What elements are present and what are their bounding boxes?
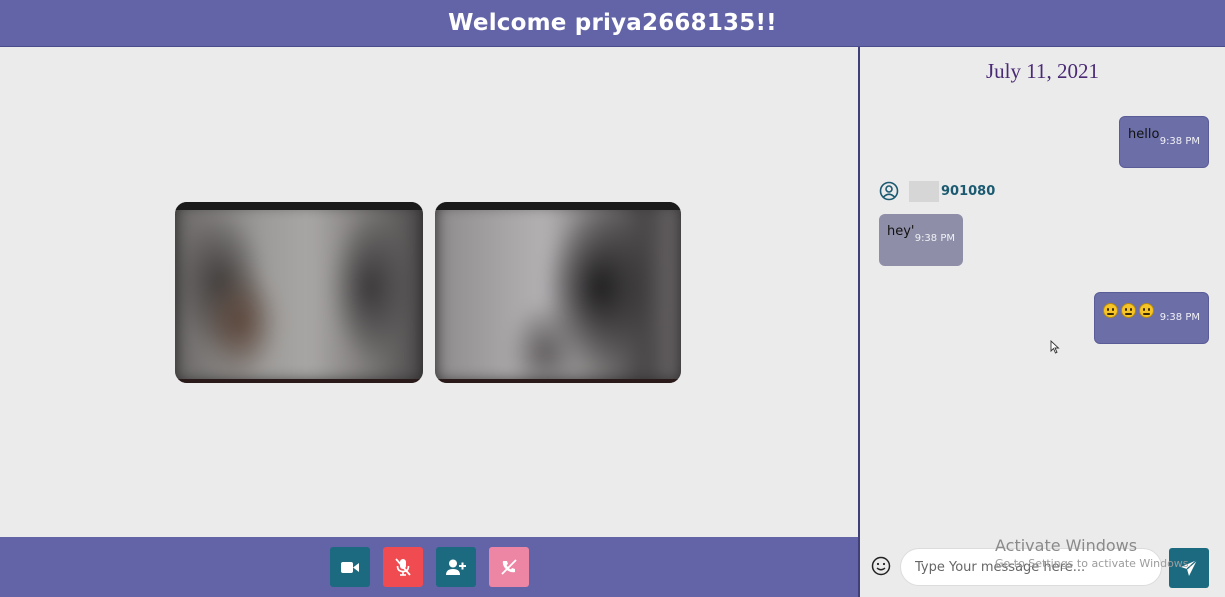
send-button[interactable] [1169,548,1209,588]
hang-up-button[interactable] [488,547,529,587]
message-time: 9:38 PM [1159,312,1200,323]
send-icon [1181,559,1198,576]
emoji-group [1103,303,1154,318]
message-text: hey' [887,224,915,239]
message-time: 9:38 PM [914,233,955,244]
emoji-picker-icon[interactable] [871,556,891,576]
video-camera-icon [340,561,359,573]
message-input[interactable] [900,548,1162,586]
redaction-mask [909,180,939,202]
message-sender: 901080 [879,180,995,202]
chat-panel: July 11, 2021 hello 9:38 PM 901080 hey' … [860,47,1225,597]
user-circle-icon [879,181,899,201]
grimace-emoji-icon [1139,303,1154,318]
video-area [0,47,858,537]
remote-video-tile [435,202,681,383]
call-controls [0,537,858,597]
add-user-icon [445,559,466,575]
message-bubble-sent: 9:38 PM [1094,292,1209,344]
grimace-emoji-icon [1121,303,1136,318]
message-time: 9:38 PM [1159,136,1200,147]
mouse-cursor-icon [1050,340,1060,354]
phone-off-icon [500,559,517,575]
app-header: Welcome priya2668135!! [0,0,1225,47]
message-bubble-sent: hello 9:38 PM [1119,116,1209,168]
grimace-emoji-icon [1103,303,1118,318]
local-video-tile [175,202,423,383]
add-user-button[interactable] [435,547,476,587]
message-composer [860,544,1225,597]
mic-off-icon [394,558,411,576]
mic-toggle-button[interactable] [382,547,423,587]
chat-date: July 11, 2021 [986,59,1099,83]
sender-name: 901080 [907,180,995,202]
message-bubble-received: hey' 9:38 PM [879,214,963,266]
message-text: hello [1128,127,1160,142]
welcome-title: Welcome priya2668135!! [448,10,777,36]
video-toggle-button[interactable] [329,547,370,587]
